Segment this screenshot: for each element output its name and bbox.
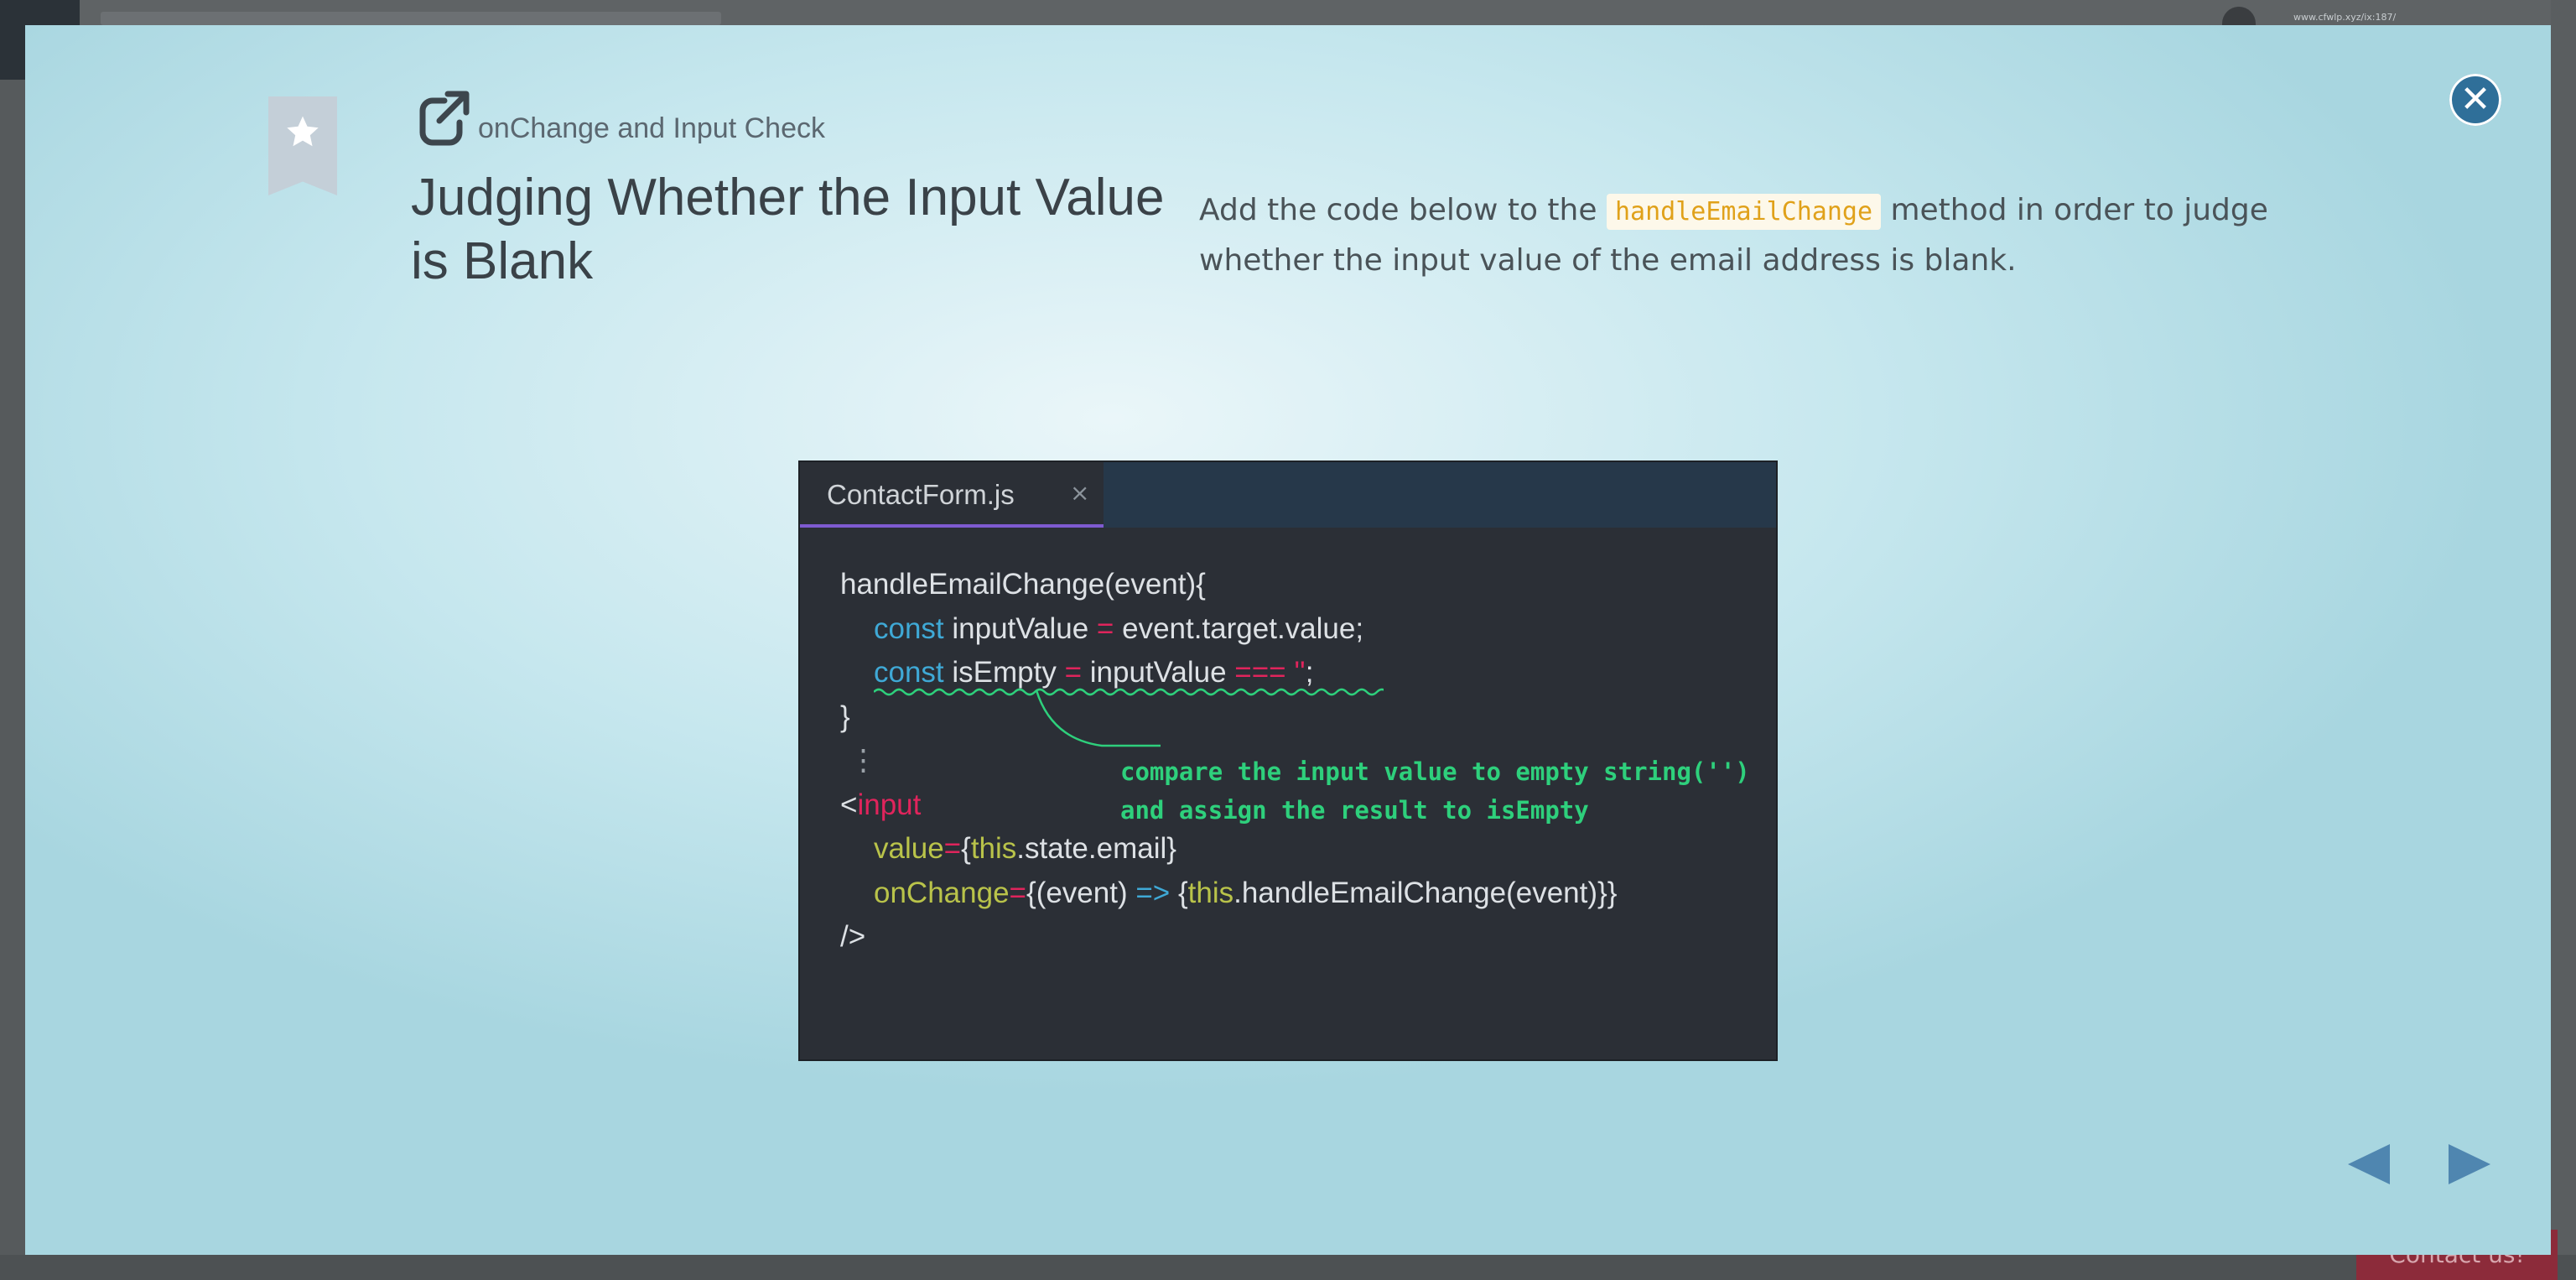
background-scrollbar[interactable] bbox=[2551, 0, 2576, 1280]
code-token: onChange bbox=[874, 876, 1010, 909]
code-token: '' bbox=[1285, 656, 1306, 689]
lesson-description: Add the code below to the handleEmailCha… bbox=[1199, 186, 2314, 285]
tab-contactform[interactable]: ContactForm.js × bbox=[800, 462, 1104, 528]
code-token: { bbox=[961, 832, 971, 865]
code-token: ; bbox=[1305, 656, 1314, 689]
code-token: { bbox=[1170, 876, 1188, 909]
code-editor: ContactForm.js × handleEmailChange(event… bbox=[798, 460, 1778, 1061]
tab-close-icon[interactable]: × bbox=[1070, 479, 1089, 507]
lesson-title: Judging Whether the Input Value is Blank bbox=[411, 169, 1165, 290]
code-token: = bbox=[1064, 656, 1083, 689]
lesson-modal: onChange and Input Check Judging Whether… bbox=[25, 25, 2551, 1255]
background-bottombar bbox=[0, 1255, 2576, 1280]
inline-code-method: handleEmailChange bbox=[1606, 194, 1881, 230]
code-token: this bbox=[970, 832, 1017, 865]
code-token: inputValue bbox=[1082, 656, 1235, 689]
code-token: const bbox=[874, 656, 944, 689]
code-line: value={this.state.email} bbox=[840, 827, 1617, 872]
background-address-bar bbox=[101, 12, 721, 25]
code-line: onChange={(event) => {this.handleEmailCh… bbox=[840, 872, 1617, 916]
code-line: } bbox=[840, 695, 1617, 740]
code-line-highlighted: const isEmpty = inputValue === ''; bbox=[840, 651, 1617, 696]
triangle-right-icon bbox=[2449, 1144, 2490, 1184]
code-token: = bbox=[1009, 876, 1026, 909]
code-token: handleEmailChange(event){ bbox=[840, 568, 1206, 601]
code-token: const bbox=[874, 611, 944, 645]
code-token: => bbox=[1135, 876, 1171, 909]
code-token: event.target.value; bbox=[1114, 611, 1364, 645]
close-button[interactable]: ✕ bbox=[2449, 74, 2501, 126]
code-token: .handleEmailChange(event)}} bbox=[1233, 876, 1618, 909]
editor-tab-bar: ContactForm.js × bbox=[800, 462, 1776, 528]
annotation-line: and assign the result to isEmpty bbox=[1120, 796, 1589, 825]
lesson-subtitle: onChange and Input Check bbox=[478, 112, 825, 144]
close-icon: ✕ bbox=[2459, 78, 2491, 121]
code-token: inputValue bbox=[943, 611, 1097, 645]
code-token: input bbox=[857, 788, 922, 821]
triangle-left-icon bbox=[2348, 1144, 2390, 1184]
code-token: this bbox=[1187, 876, 1234, 909]
tab-label: ContactForm.js bbox=[827, 479, 1015, 510]
code-annotation: compare the input value to empty string(… bbox=[1120, 752, 1750, 830]
code-token: {(event) bbox=[1026, 876, 1136, 909]
code-token: === bbox=[1234, 656, 1286, 689]
bookmark-button[interactable] bbox=[268, 96, 337, 195]
code-token: /> bbox=[840, 920, 866, 953]
description-text-before: Add the code below to the bbox=[1199, 193, 1607, 227]
code-token: .state.email} bbox=[1016, 832, 1176, 865]
code-token: < bbox=[840, 788, 858, 821]
code-line: const inputValue = event.target.value; bbox=[840, 607, 1617, 652]
code-token: isEmpty bbox=[943, 656, 1065, 689]
background-url: www.cfwlp.xyz/ix:187/ bbox=[2293, 12, 2397, 23]
code-token: = bbox=[1096, 611, 1114, 645]
code-line: /> bbox=[840, 915, 1617, 960]
code-token: value bbox=[874, 832, 944, 865]
previous-slide-button[interactable] bbox=[2343, 1141, 2393, 1188]
code-token: ⋮ bbox=[849, 744, 878, 777]
code-line: handleEmailChange(event){ bbox=[840, 563, 1617, 607]
annotation-line: compare the input value to empty string(… bbox=[1120, 757, 1750, 786]
star-icon bbox=[287, 116, 319, 147]
code-token: } bbox=[840, 700, 850, 733]
code-token: = bbox=[943, 832, 962, 865]
next-slide-button[interactable] bbox=[2445, 1141, 2496, 1188]
external-link-icon[interactable] bbox=[411, 89, 471, 149]
